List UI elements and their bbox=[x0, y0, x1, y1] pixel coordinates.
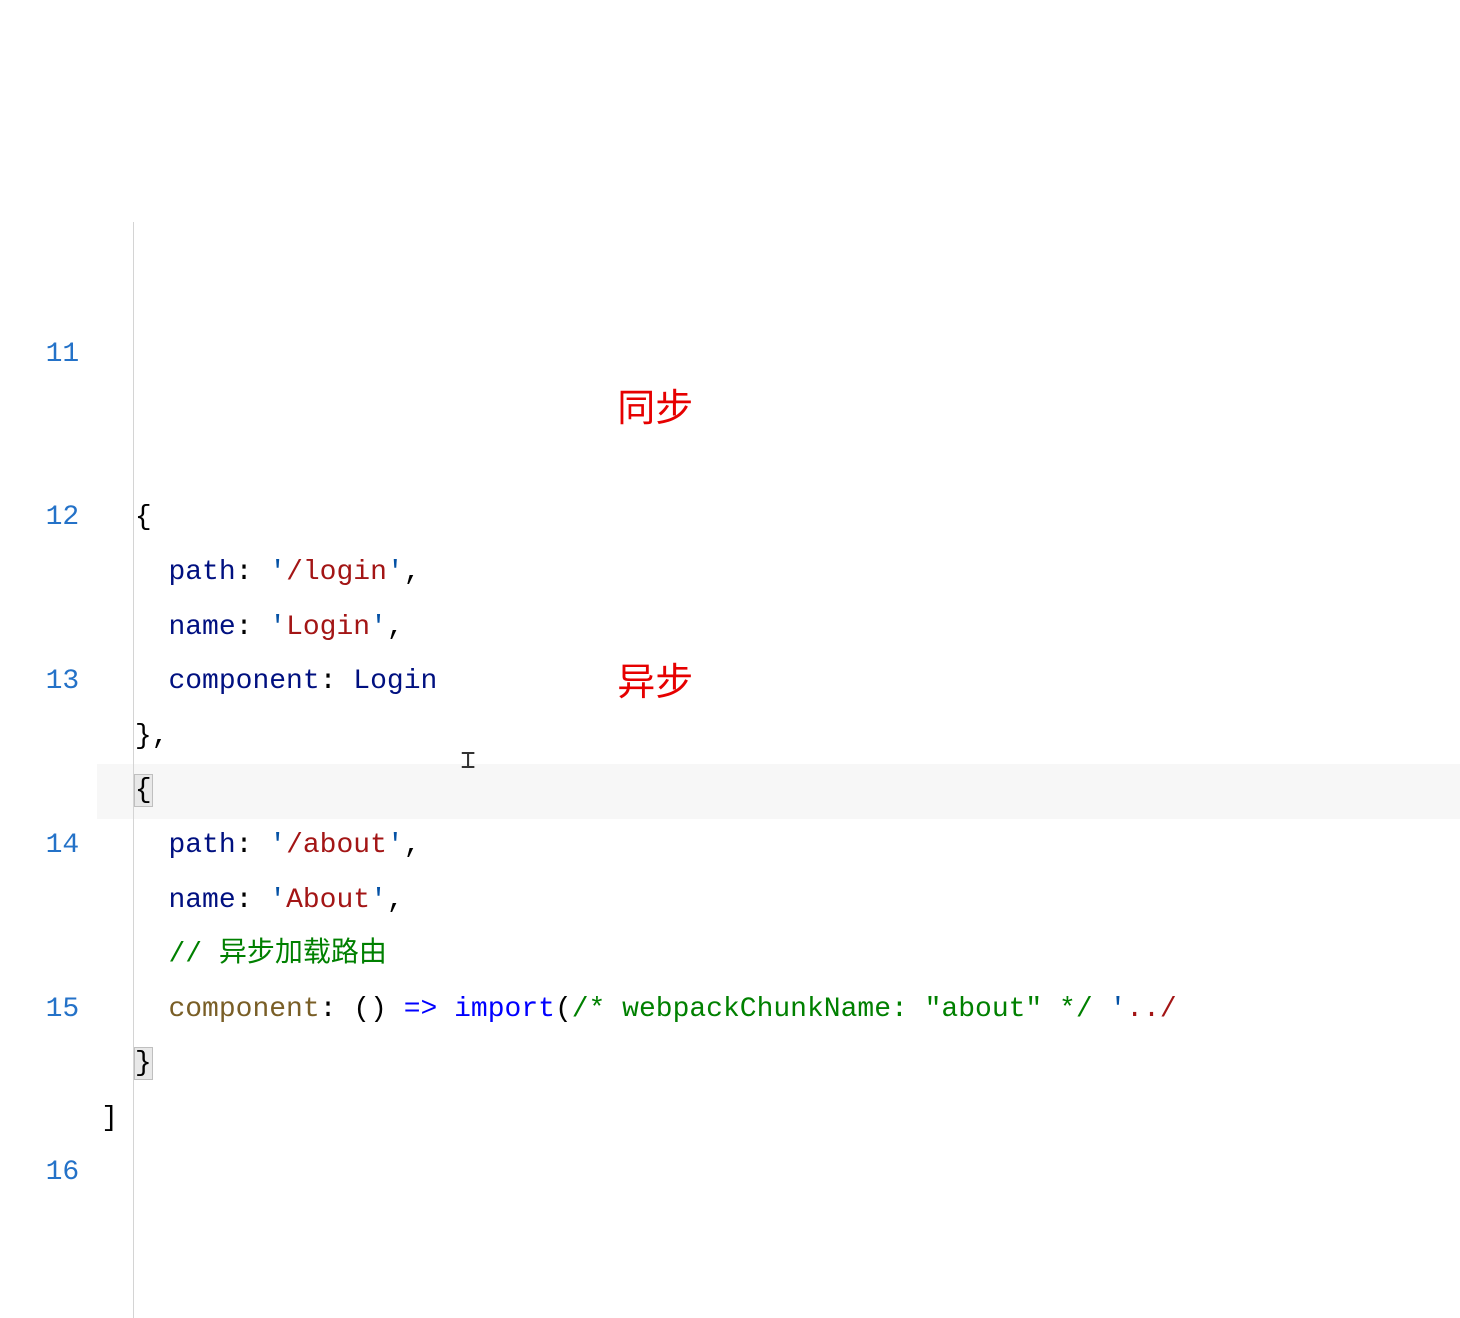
code-line[interactable]: { bbox=[101, 491, 1460, 546]
annotation-async: 异步 bbox=[617, 646, 693, 720]
line-comment: // 异步加载路由 bbox=[168, 939, 386, 970]
annotation-sync: 同步 bbox=[617, 372, 693, 446]
code-line[interactable]: // 异步加载路由 bbox=[101, 928, 1460, 983]
code-line[interactable]: path: '/login', bbox=[101, 546, 1460, 601]
code-line[interactable]: { bbox=[101, 764, 1460, 819]
text-cursor-icon: Ꮖ bbox=[461, 740, 475, 783]
close-bracket: ] bbox=[101, 1103, 118, 1134]
close-brace: } bbox=[135, 721, 152, 752]
code-line[interactable]: name: 'About', bbox=[101, 874, 1460, 929]
line-number-gutter: 11 12 13 14 15 16 17 18 19 20 21 22 bbox=[0, 218, 97, 1318]
code-line[interactable]: component: Login bbox=[101, 655, 1460, 710]
property-key: path bbox=[168, 830, 235, 861]
code-line[interactable]: ] bbox=[101, 1092, 1460, 1147]
property-key: component bbox=[168, 994, 319, 1025]
arrow-token: => bbox=[387, 994, 454, 1025]
line-number: 16 bbox=[12, 1146, 79, 1201]
close-brace: } bbox=[135, 1048, 152, 1079]
line-number: 13 bbox=[12, 655, 79, 710]
line-number: 15 bbox=[12, 983, 79, 1038]
code-line[interactable]: component: () => import(/* webpackChunkN… bbox=[101, 983, 1460, 1038]
string-literal: /about bbox=[286, 830, 387, 861]
code-line[interactable]: } bbox=[101, 1037, 1460, 1092]
string-literal: About bbox=[286, 885, 370, 916]
block-comment: /* webpackChunkName: "about" */ bbox=[572, 994, 1093, 1025]
code-line[interactable]: path: '/about', bbox=[101, 819, 1460, 874]
line-number: 12 bbox=[12, 491, 79, 546]
line-number: 11 bbox=[12, 328, 79, 383]
code-line[interactable]: name: 'Login', bbox=[101, 601, 1460, 656]
open-brace: { bbox=[135, 502, 152, 533]
arrow-fn-parens: () bbox=[353, 994, 387, 1025]
property-key: name bbox=[168, 885, 235, 916]
indent-guide bbox=[133, 222, 134, 1318]
line-number: 17 bbox=[12, 1310, 79, 1318]
identifier: Login bbox=[353, 666, 437, 697]
property-key: path bbox=[168, 557, 235, 588]
line-number: 14 bbox=[12, 819, 79, 874]
property-key: name bbox=[168, 612, 235, 643]
string-literal: /login bbox=[286, 557, 387, 588]
code-line[interactable]: }, bbox=[101, 710, 1460, 765]
property-key: component bbox=[168, 666, 319, 697]
string-literal: ../ bbox=[1126, 994, 1176, 1025]
string-literal: Login bbox=[286, 612, 370, 643]
code-area[interactable]: { path: '/login', name: 'Login', compone… bbox=[97, 218, 1460, 1318]
code-editor[interactable]: 11 12 13 14 15 16 17 18 19 20 21 22 { pa… bbox=[0, 218, 1460, 1318]
open-brace: { bbox=[135, 775, 152, 806]
import-keyword: import bbox=[454, 994, 555, 1025]
